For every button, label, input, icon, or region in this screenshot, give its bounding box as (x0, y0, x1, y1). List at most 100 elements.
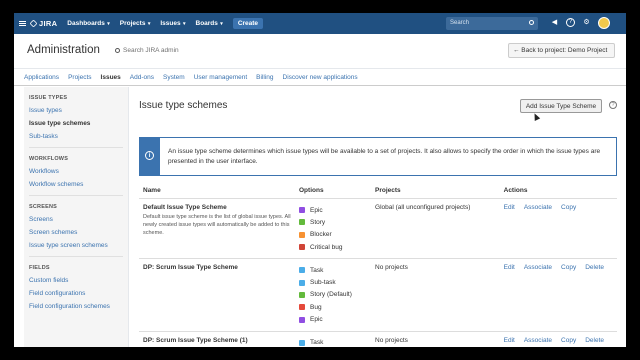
tab-user-management[interactable]: User management (194, 69, 247, 85)
settings-gear-icon[interactable]: ⚙ (582, 18, 591, 27)
delete-link[interactable]: Delete (585, 264, 604, 271)
sidebar-item-issue-type-screen-schemes[interactable]: Issue type screen schemes (29, 242, 128, 249)
section-title: Issue type schemes (139, 100, 228, 111)
jira-logo-icon (29, 19, 38, 28)
scheme-actions-cell: Edit Associate Copy Delete (499, 258, 617, 332)
table-row: DP: Scrum Issue Type Scheme (1) TaskSub-t… (139, 331, 617, 347)
edit-link[interactable]: Edit (504, 264, 515, 271)
tab-issues[interactable]: Issues (101, 69, 121, 85)
search-icon (529, 20, 534, 25)
create-button[interactable]: Create (232, 18, 264, 29)
info-text: An issue type scheme determines which is… (168, 148, 601, 165)
issue-type-option: Sub-task (299, 276, 367, 288)
sidebar-item-custom-fields[interactable]: Custom fields (29, 277, 128, 284)
nav-dashboards[interactable]: Dashboards ▾ (67, 20, 109, 27)
tab-applications[interactable]: Applications (24, 69, 59, 85)
sidebar-heading-fields: FIELDS (29, 265, 50, 271)
scheme-options-cell: TaskSub-task (295, 331, 372, 347)
issue-type-label: Task (310, 339, 324, 347)
issue-type-label: Story (Default) (310, 291, 352, 299)
scheme-name-cell: DP: Scrum Issue Type Scheme (139, 258, 295, 332)
sidebar-heading-issue-types: ISSUE TYPES (29, 95, 68, 101)
sidebar-item-issue-type-schemes[interactable]: Issue type schemes (29, 120, 128, 127)
scheme-name: DP: Scrum Issue Type Scheme (1) (143, 336, 248, 344)
copy-link[interactable]: Copy (561, 264, 576, 271)
sidebar-item-screen-schemes[interactable]: Screen schemes (29, 229, 128, 236)
issue-type-label: Story (310, 218, 326, 226)
sidebar-item-field-configurations[interactable]: Field configurations (29, 290, 128, 297)
help-icon[interactable]: ? (609, 101, 617, 109)
sidebar-item-field-configuration-schemes[interactable]: Field configuration schemes (29, 303, 128, 310)
notifications-icon[interactable]: ◀ (550, 18, 559, 27)
associate-link[interactable]: Associate (524, 204, 552, 211)
nav-boards[interactable]: Boards ▾ (196, 20, 223, 27)
issue-type-label: Bug (310, 303, 322, 311)
help-icon[interactable]: ? (566, 18, 575, 27)
top-navigation: JIRA Dashboards ▾ Projects ▾ Issues ▾ Bo… (14, 13, 626, 34)
scheme-projects: No projects (371, 258, 500, 332)
scheme-name: Default Issue Type Scheme (143, 204, 227, 211)
issue-type-option: Blocker (299, 229, 367, 241)
tab-add-ons[interactable]: Add-ons (130, 69, 154, 85)
scheme-projects: No projects (371, 331, 500, 347)
scheme-options-cell: Epic Story Blocker Critical bug (295, 198, 372, 260)
issue-type-icon (299, 267, 305, 274)
scheme-projects: Global (all unconfigured projects) (371, 198, 500, 260)
issue-type-icon (299, 231, 305, 238)
issue-type-option: Task (299, 264, 367, 276)
associate-link[interactable]: Associate (524, 337, 552, 344)
app-switcher-icon[interactable] (14, 13, 30, 34)
edit-link[interactable]: Edit (504, 337, 515, 344)
issue-type-icon (299, 244, 305, 251)
column-header-options: Options (295, 184, 372, 199)
issue-type-icon (299, 304, 305, 311)
chevron-down-icon: ▾ (146, 21, 151, 27)
issue-type-icon (299, 219, 305, 226)
issue-type-label: Epic (310, 316, 323, 324)
copy-link[interactable]: Copy (561, 204, 576, 211)
issue-type-option: Task (299, 337, 367, 347)
nav-projects[interactable]: Projects ▾ (120, 20, 151, 27)
nav-issues[interactable]: Issues ▾ (160, 20, 185, 27)
jira-window: JIRA Dashboards ▾ Projects ▾ Issues ▾ Bo… (14, 13, 626, 347)
issue-type-label: Critical bug (310, 243, 343, 251)
scheme-name: DP: Scrum Issue Type Scheme (143, 264, 238, 272)
issue-type-icon (299, 279, 305, 286)
tab-billing[interactable]: Billing (256, 69, 273, 85)
copy-link[interactable]: Copy (561, 337, 576, 344)
main-content: Issue type schemes Add Issue Type Scheme… (139, 87, 619, 347)
table-row: DP: Scrum Issue Type Scheme Task Sub-task S… (139, 258, 617, 332)
scheme-name-cell: Default Issue Type Scheme Default issue t… (139, 198, 295, 260)
admin-search-input[interactable]: Search JIRA admin (115, 47, 179, 54)
add-issue-type-scheme-button[interactable]: Add Issue Type Scheme (520, 99, 602, 113)
sidebar-item-workflow-schemes[interactable]: Workflow schemes (29, 181, 128, 188)
tab-system[interactable]: System (163, 69, 185, 85)
issue-type-option: Story (Default) (299, 289, 367, 301)
column-header-actions: Actions (499, 184, 617, 199)
tab-discover-new-applications[interactable]: Discover new applications (283, 69, 358, 85)
scheme-actions-cell: Edit Associate Copy (499, 198, 617, 260)
issue-type-option: Epic (299, 313, 367, 325)
sidebar-item-issue-types[interactable]: Issue types (29, 107, 128, 114)
chevron-down-icon: ▾ (181, 21, 186, 27)
mouse-cursor-icon (531, 112, 541, 121)
user-avatar[interactable] (598, 17, 610, 29)
delete-link[interactable]: Delete (585, 337, 604, 344)
sidebar-divider (29, 256, 123, 257)
sidebar-heading-workflows: WORKFLOWS (29, 156, 69, 162)
table-row: Default Issue Type Scheme Default issue t… (139, 198, 617, 260)
issue-type-option: Critical bug (299, 241, 367, 253)
issue-type-schemes-table: Name Options Projects Actions Default Is… (139, 184, 617, 347)
column-header-name: Name (139, 184, 295, 199)
associate-link[interactable]: Associate (524, 264, 552, 271)
edit-link[interactable]: Edit (504, 204, 515, 211)
back-to-project-button[interactable]: ← Back to project: Demo Project (508, 43, 615, 58)
sidebar-item-workflows[interactable]: Workflows (29, 168, 128, 175)
sidebar-divider (29, 147, 123, 148)
sidebar-item-screens[interactable]: Screens (29, 216, 128, 223)
quick-search-input[interactable]: Search (446, 17, 538, 30)
jira-logo[interactable]: JIRA (29, 19, 57, 28)
sidebar-item-sub-tasks[interactable]: Sub-tasks (29, 133, 128, 140)
tab-projects[interactable]: Projects (68, 69, 91, 85)
issue-type-icon (299, 207, 305, 214)
